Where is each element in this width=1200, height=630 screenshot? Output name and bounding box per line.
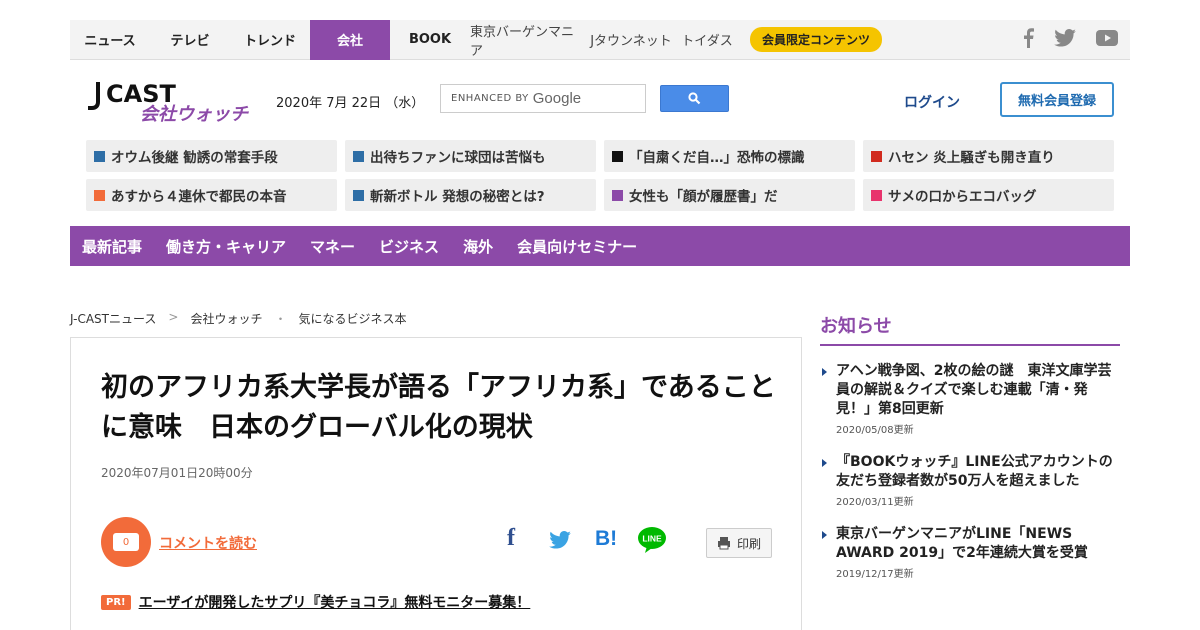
sidebar-title: お知らせ	[820, 316, 892, 337]
svg-text:LINE: LINE	[642, 534, 662, 544]
breadcrumb-separator: ・	[274, 312, 287, 326]
notice-date: 2020/03/11更新	[836, 497, 914, 508]
share-line-icon[interactable]: LINE	[637, 526, 667, 559]
search-enhanced-label: ENHANCED BY	[451, 93, 529, 104]
comment-icon[interactable]: 0	[101, 517, 151, 567]
pick-marker	[353, 189, 364, 201]
category-business[interactable]: ビジネス	[379, 236, 439, 257]
pr-ad: PR! エーザイが開発したサプリ『美チョコラ』無料モニター募集！	[101, 592, 530, 612]
print-label: 印刷	[736, 536, 761, 551]
breadcrumb-item[interactable]: 気になるビジネス本	[298, 310, 406, 327]
share-twitter-icon[interactable]	[549, 530, 571, 554]
notice-date: 2020/05/08更新	[836, 425, 914, 436]
comment-count: 0	[113, 533, 139, 551]
pick-item[interactable]: あすから４連休で都民の本音	[86, 179, 337, 211]
bullet-arrow-icon	[822, 368, 827, 376]
facebook-icon[interactable]	[1022, 28, 1034, 52]
nav-jtown[interactable]: Jタウンネット	[586, 20, 676, 60]
notice-date: 2019/12/17更新	[836, 569, 914, 580]
category-latest[interactable]: 最新記事	[82, 236, 142, 257]
pick-item[interactable]: サメの口からエコバッグ	[863, 179, 1114, 211]
pr-link[interactable]: エーザイが開発したサプリ『美チョコラ』無料モニター募集！	[139, 592, 531, 612]
pick-marker	[612, 150, 623, 162]
pick-item[interactable]: オウム後継 勧誘の常套手段	[86, 140, 337, 172]
category-career[interactable]: 働き方・キャリア	[166, 236, 286, 257]
notice-title: アヘン戦争図、2枚の絵の謎 東洋文庫学芸員の解説＆クイズで楽しむ連載「清・発見！…	[836, 363, 1112, 417]
pick-label: 斬新ボトル 発想の秘密とは?	[370, 189, 545, 205]
search-brand-label: Google	[532, 90, 582, 107]
article-date: 2020年07月01日20時00分	[101, 466, 253, 480]
share-hatena-icon[interactable]: B!	[595, 527, 617, 551]
members-content-button[interactable]: 会員限定コンテンツ	[750, 27, 883, 52]
search-icon	[688, 92, 701, 105]
pick-marker	[94, 150, 105, 162]
pick-label: 「自粛くだ自…」恐怖の標識	[629, 150, 805, 166]
read-comments-link[interactable]: コメントを読む	[159, 533, 257, 553]
category-nav: 最新記事 働き方・キャリア マネー ビジネス 海外 会員向けセミナー	[70, 226, 1130, 266]
search-input[interactable]: ENHANCED BY Google	[440, 84, 646, 113]
pick-item[interactable]: 出待ちファンに球団は苦悩も	[345, 140, 596, 172]
share-facebook-icon[interactable]: f	[507, 525, 515, 552]
youtube-icon[interactable]	[1096, 30, 1118, 50]
pick-marker	[353, 150, 364, 162]
article-card: 初のアフリカ系大学長が語る「アフリカ系」であることに意味 日本のグローバル化の現…	[70, 337, 802, 630]
pick-marker	[94, 189, 105, 201]
current-date: 2020年 7月 22日 （水）	[276, 96, 425, 111]
bullet-arrow-icon	[822, 459, 827, 467]
pick-item[interactable]: ハセン 炎上騒ぎも開き直り	[863, 140, 1114, 172]
category-seminar[interactable]: 会員向けセミナー	[517, 236, 637, 257]
notice-title: 『BOOKウォッチ』LINE公式アカウントの友だち登録者数が50万人を超えました	[836, 454, 1113, 489]
breadcrumb-separator: >	[168, 310, 179, 324]
pick-marker	[612, 189, 623, 201]
login-link[interactable]: ログイン	[904, 92, 960, 112]
article-title: 初のアフリカ系大学長が語る「アフリカ系」であることに意味 日本のグローバル化の現…	[101, 372, 776, 443]
nav-kaisha[interactable]: 会社	[310, 19, 390, 60]
search-button[interactable]	[660, 85, 729, 112]
pick-label: 出待ちファンに球団は苦悩も	[370, 150, 546, 166]
bullet-arrow-icon	[822, 531, 827, 539]
nav-toidas[interactable]: トイダス	[676, 20, 738, 60]
breadcrumb-item[interactable]: J-CASTニュース	[70, 310, 156, 327]
nav-trend[interactable]: トレンド	[230, 20, 310, 60]
pick-marker	[871, 150, 882, 162]
category-overseas[interactable]: 海外	[463, 236, 493, 257]
top-nav: ニュース テレビ トレンド 会社 BOOK 東京バーゲンマニア Jタウンネット …	[70, 19, 1130, 60]
site-logo[interactable]: CAST 会社ウォッチ	[86, 78, 256, 126]
pick-item[interactable]: 「自粛くだ自…」恐怖の標識	[604, 140, 855, 172]
notice-item[interactable]: 東京バーゲンマニアがLINE「NEWS AWARD 2019」で2年連続大賞を受…	[820, 525, 1120, 580]
pick-label: あすから４連休で都民の本音	[111, 189, 287, 205]
print-button[interactable]: 印刷	[706, 528, 772, 558]
pick-label: 女性も「顔が履歴書」だ	[629, 189, 778, 205]
notice-item[interactable]: アヘン戦争図、2枚の絵の謎 東洋文庫学芸員の解説＆クイズで楽しむ連載「清・発見！…	[820, 362, 1120, 436]
nav-news[interactable]: ニュース	[70, 20, 150, 60]
pr-badge: PR!	[101, 594, 131, 610]
pick-item[interactable]: 女性も「顔が履歴書」だ	[604, 179, 855, 211]
breadcrumb-item[interactable]: 会社ウォッチ	[190, 310, 262, 327]
nav-bargain[interactable]: 東京バーゲンマニア	[470, 20, 586, 60]
notice-item[interactable]: 『BOOKウォッチ』LINE公式アカウントの友だち登録者数が50万人を超えました…	[820, 453, 1120, 508]
sidebar-divider	[820, 344, 1120, 346]
notice-title: 東京バーゲンマニアがLINE「NEWS AWARD 2019」で2年連続大賞を受…	[836, 526, 1088, 561]
breadcrumb: J-CASTニュース > 会社ウォッチ ・ 気になるビジネス本	[70, 310, 407, 327]
printer-icon	[717, 537, 730, 550]
register-button[interactable]: 無料会員登録	[1000, 82, 1114, 117]
logo-subtitle: 会社ウォッチ	[140, 104, 248, 125]
pick-item[interactable]: 斬新ボトル 発想の秘密とは?	[345, 179, 596, 211]
category-money[interactable]: マネー	[310, 236, 355, 257]
twitter-icon[interactable]	[1054, 29, 1076, 51]
pick-label: サメの口からエコバッグ	[888, 189, 1037, 205]
pick-marker	[871, 189, 882, 201]
nav-tv[interactable]: テレビ	[150, 20, 230, 60]
pick-label: ハセン 炎上騒ぎも開き直り	[888, 150, 1055, 166]
pick-label: オウム後継 勧誘の常套手段	[111, 150, 278, 166]
nav-book[interactable]: BOOK	[390, 20, 470, 60]
social-links	[1022, 20, 1118, 60]
